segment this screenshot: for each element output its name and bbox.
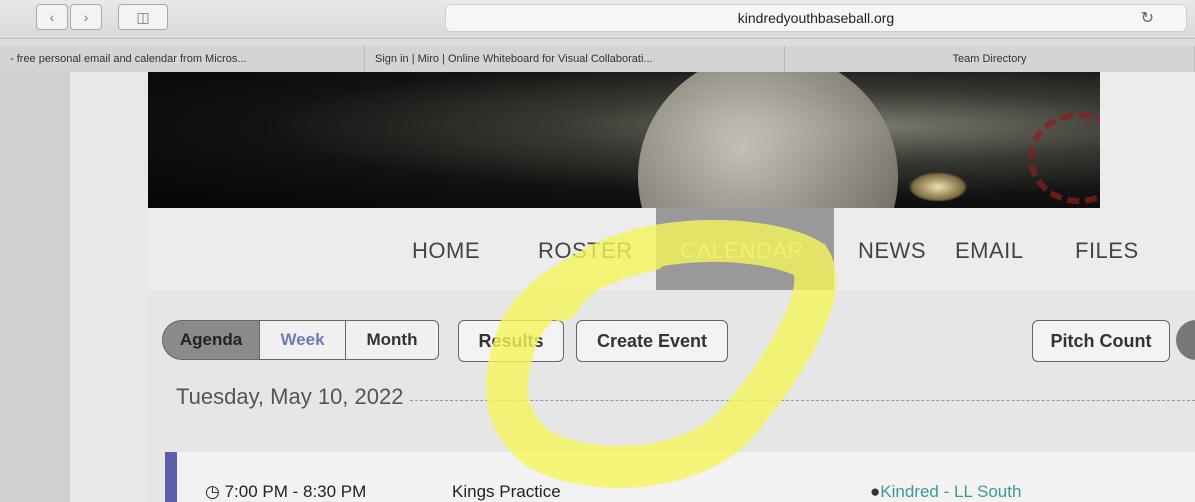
browser-toolbar: ‹ › ◫ kindredyouthbaseball.org ↻ — [0, 0, 1195, 39]
baseball-image — [638, 72, 898, 208]
map-pin-icon: ● — [870, 482, 881, 501]
back-button[interactable]: ‹ — [36, 4, 68, 30]
bookmarks-bar: - free personal email and calendar from … — [0, 46, 1195, 73]
sidebar-button[interactable]: ◫ — [118, 4, 168, 30]
view-tab-agenda[interactable]: Agenda — [162, 320, 260, 360]
create-event-button[interactable]: Create Event — [576, 320, 728, 362]
forward-button[interactable]: › — [70, 4, 102, 30]
sidebar-icon: ◫ — [136, 8, 150, 25]
date-divider — [410, 400, 1195, 401]
agenda-date-heading: Tuesday, May 10, 2022 — [176, 384, 404, 409]
nav-home[interactable]: HOME — [412, 238, 480, 264]
bookmark-miro[interactable]: Sign in | Miro | Online Whiteboard for V… — [365, 46, 785, 72]
address-bar[interactable]: kindredyouthbaseball.org ↻ — [445, 4, 1187, 32]
nav-files[interactable]: FILES — [1075, 238, 1139, 264]
chevron-left-icon: ‹ — [49, 9, 55, 25]
view-tab-week[interactable]: Week — [259, 320, 346, 360]
reload-icon[interactable]: ↻ — [1141, 8, 1154, 28]
url-text: kindredyouthbaseball.org — [737, 10, 895, 26]
banner-light — [908, 172, 968, 202]
nav-roster[interactable]: ROSTER — [538, 238, 633, 264]
event-location[interactable]: ●Kindred - LL South — [870, 482, 1021, 502]
pitch-count-button[interactable]: Pitch Count — [1032, 320, 1170, 362]
banner-side — [1100, 72, 1195, 208]
view-tab-month[interactable]: Month — [345, 320, 439, 360]
page-margin-inner — [70, 72, 148, 502]
nav-calendar[interactable]: CALENDAR — [680, 238, 804, 264]
event-time: ◷ 7:00 PM - 8:30 PM — [205, 482, 367, 501]
event-title[interactable]: Kings Practice — [452, 482, 561, 502]
bookmark-outlook[interactable]: - free personal email and calendar from … — [0, 46, 365, 72]
clock-icon: ◷ — [205, 482, 220, 501]
site-banner — [148, 72, 1100, 208]
bookmark-team-directory[interactable]: Team Directory — [785, 46, 1195, 72]
chevron-right-icon: › — [83, 9, 89, 25]
results-button[interactable]: Results — [458, 320, 564, 362]
baseball-seam — [1028, 112, 1100, 204]
nav-news[interactable]: NEWS — [858, 238, 926, 264]
nav-email[interactable]: EMAIL — [955, 238, 1024, 264]
